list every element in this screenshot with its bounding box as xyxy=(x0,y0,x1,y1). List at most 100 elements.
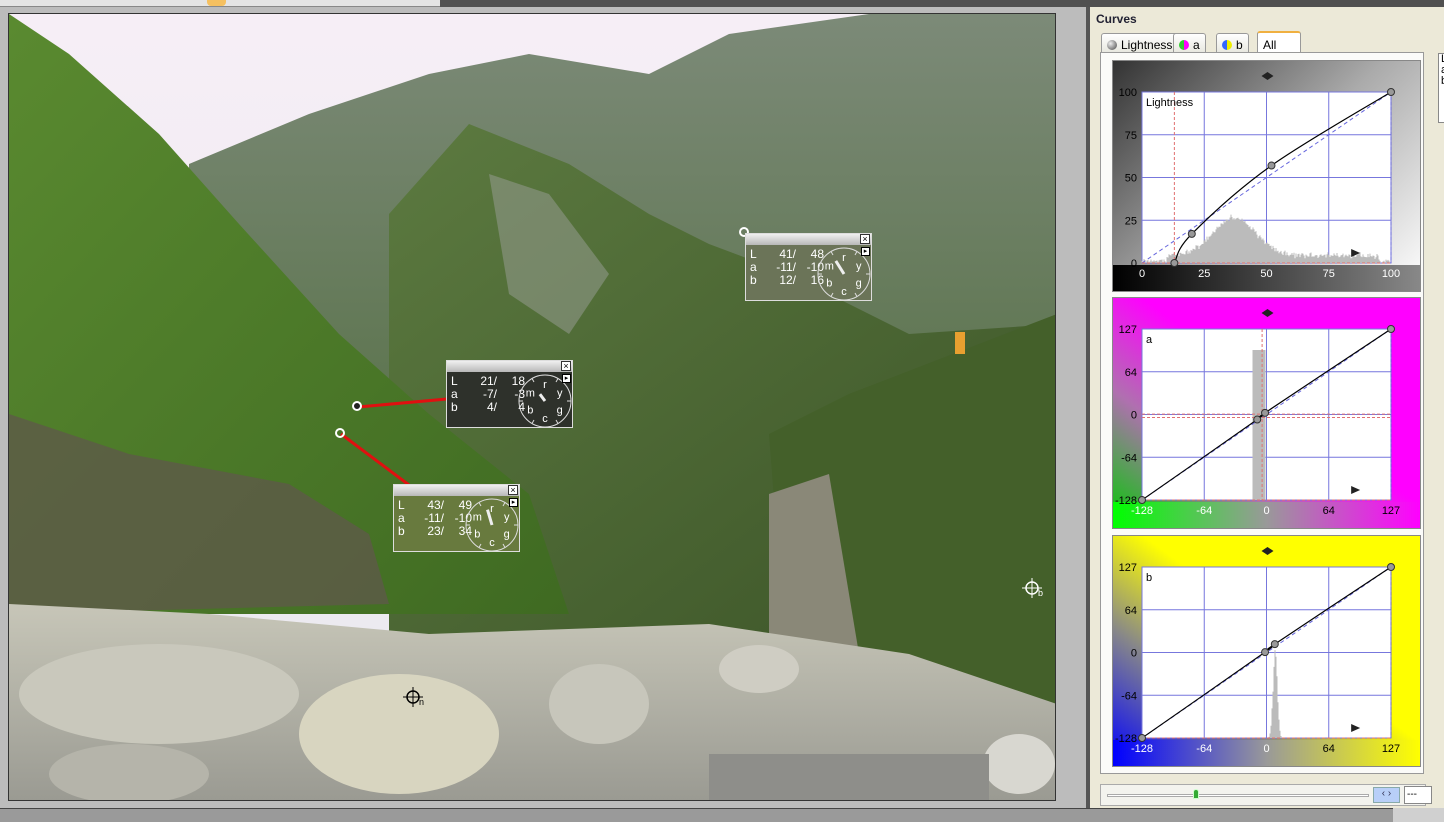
sampler-menu-icon[interactable]: ▸ xyxy=(509,498,518,507)
curve-control-point[interactable] xyxy=(1139,735,1146,742)
sampler-row-b: b 4/4 xyxy=(451,401,525,414)
close-icon[interactable]: × xyxy=(508,485,518,495)
curve-control-point[interactable] xyxy=(1188,230,1195,237)
curve-control-point[interactable] xyxy=(1262,409,1269,416)
x-tick-label: 100 xyxy=(1382,268,1400,280)
curve-control-point[interactable] xyxy=(1254,416,1261,423)
toolbar-button[interactable] xyxy=(207,0,226,6)
curve-editor-lightness: 0 0 25 25 50 50 75 75 100 100 Lightness xyxy=(1112,60,1421,292)
curve-control-point[interactable] xyxy=(1171,260,1178,267)
channel-label: b xyxy=(398,525,412,538)
crosshair-icon xyxy=(403,687,431,707)
sampler-menu-icon[interactable]: ▸ xyxy=(861,247,870,256)
y-tick-label: 64 xyxy=(1125,367,1137,379)
curve-editor-b: -128 -128 -64 -64 0 0 64 64 127 127 b xyxy=(1112,535,1421,767)
sampler-titlebar[interactable]: × xyxy=(394,485,519,496)
curve-control-point[interactable] xyxy=(1271,641,1278,648)
svg-text:g: g xyxy=(557,405,563,417)
value-field[interactable]: --- xyxy=(1404,786,1432,804)
curve-plot[interactable]: 00 25 25 50 50 75 75 100 100 Lightness xyxy=(1113,61,1422,293)
curve-control-point[interactable] xyxy=(1262,649,1269,656)
before-value: 12/ xyxy=(764,274,796,287)
svg-text:b: b xyxy=(826,278,832,290)
x-tick-label: 75 xyxy=(1323,268,1335,280)
tab-label: a xyxy=(1193,38,1200,52)
before-value: 4/ xyxy=(465,401,497,414)
move-handle-icon[interactable] xyxy=(1262,309,1274,317)
lightness-ball-icon xyxy=(1107,40,1117,50)
slider-thumb[interactable] xyxy=(1193,789,1199,799)
x-tick-label: 127 xyxy=(1382,743,1400,755)
tab-all[interactable]: All xyxy=(1257,31,1301,53)
target-crosshair[interactable]: n xyxy=(403,687,431,707)
x-tick-label: -64 xyxy=(1196,743,1212,755)
status-bar-segment xyxy=(1393,808,1444,822)
move-handle-icon[interactable] xyxy=(1262,547,1274,555)
target-crosshair[interactable]: b xyxy=(1022,578,1050,598)
y-tick-label: 50 xyxy=(1125,173,1137,185)
move-handle-icon[interactable] xyxy=(1262,72,1274,80)
svg-text:c: c xyxy=(841,286,847,298)
y-tick-label: 127 xyxy=(1119,324,1137,336)
curve-control-point[interactable] xyxy=(1388,326,1395,333)
y-tick-label: 0 xyxy=(1131,410,1137,422)
tab-lightness[interactable]: Lightness xyxy=(1101,33,1178,52)
slider-track[interactable] xyxy=(1107,794,1369,797)
channel-label: Lightness xyxy=(1146,97,1194,109)
sampler-row-b: b 12/16 xyxy=(750,274,824,287)
sampler-menu-icon[interactable]: ▸ xyxy=(562,374,571,383)
x-tick-label: 0 xyxy=(1263,505,1269,517)
curve-control-point[interactable] xyxy=(1268,162,1275,169)
tab-label: Lightness xyxy=(1121,38,1172,52)
y-tick-label: 0 xyxy=(1131,648,1137,660)
x-tick-label: -64 xyxy=(1196,505,1212,517)
sampler-point-marker[interactable] xyxy=(352,401,362,411)
svg-text:y: y xyxy=(504,512,510,524)
tab-a[interactable]: a xyxy=(1173,33,1206,52)
tab-label: b xyxy=(1236,38,1243,52)
sampler-titlebar[interactable]: × xyxy=(746,234,871,245)
y-tick-label: 0 xyxy=(1131,258,1137,270)
panel-title: Curves xyxy=(1096,12,1137,26)
y-tick-label: -128 xyxy=(1115,495,1137,507)
svg-text:c: c xyxy=(542,413,548,425)
x-tick-label: 50 xyxy=(1260,268,1272,280)
y-tick-label: 64 xyxy=(1125,605,1137,617)
sampler-titlebar[interactable]: × xyxy=(447,361,572,372)
curve-control-point[interactable] xyxy=(1388,564,1395,571)
y-tick-label: -64 xyxy=(1121,452,1137,464)
crosshair-icon xyxy=(1022,578,1050,598)
svg-text:r: r xyxy=(543,379,547,391)
sampler-point-marker[interactable] xyxy=(335,428,345,438)
x-tick-label: 127 xyxy=(1382,505,1400,517)
curve-control-point[interactable] xyxy=(1388,89,1395,96)
tab-b[interactable]: b xyxy=(1216,33,1249,52)
y-tick-label: 127 xyxy=(1119,562,1137,574)
svg-text:r: r xyxy=(842,252,846,264)
color-sampler-box[interactable]: × L 21/18 a -7/-3 b 4/4 r y g c b m ▸ xyxy=(446,360,573,428)
close-icon[interactable]: × xyxy=(860,234,870,244)
curve-control-point[interactable] xyxy=(1139,497,1146,504)
svg-text:m: m xyxy=(526,388,535,400)
y-tick-label: 75 xyxy=(1125,130,1137,142)
svg-text:m: m xyxy=(825,261,834,273)
sampler-row-b: b 23/34 xyxy=(398,525,472,538)
svg-text:m: m xyxy=(473,512,482,524)
x-tick-label: 25 xyxy=(1198,268,1210,280)
curve-plot[interactable]: -128-128-64-64006464127127a xyxy=(1113,298,1422,530)
svg-text:g: g xyxy=(504,529,510,541)
x-tick-label: 0 xyxy=(1263,743,1269,755)
channel-label: b xyxy=(451,401,465,414)
prev-next-buttons[interactable]: ‹ › xyxy=(1373,787,1400,803)
x-tick-label: 64 xyxy=(1323,505,1335,517)
target-label: n xyxy=(419,697,424,707)
y-tick-label: -64 xyxy=(1121,690,1137,702)
svg-text:c: c xyxy=(489,537,495,549)
curve-plot[interactable]: -128-128-64-64006464127127b xyxy=(1113,536,1422,768)
svg-text:g: g xyxy=(856,278,862,290)
color-sampler-box[interactable]: × L 43/49 a -11/-10 b 23/34 r y g c b m ▸ xyxy=(393,484,520,552)
color-sampler-box[interactable]: × L 41/48 a -11/-10 b 12/16 r y g c b m ▸ xyxy=(745,233,872,301)
close-icon[interactable]: × xyxy=(561,361,571,371)
before-value: 23/ xyxy=(412,525,444,538)
svg-text:y: y xyxy=(557,388,563,400)
